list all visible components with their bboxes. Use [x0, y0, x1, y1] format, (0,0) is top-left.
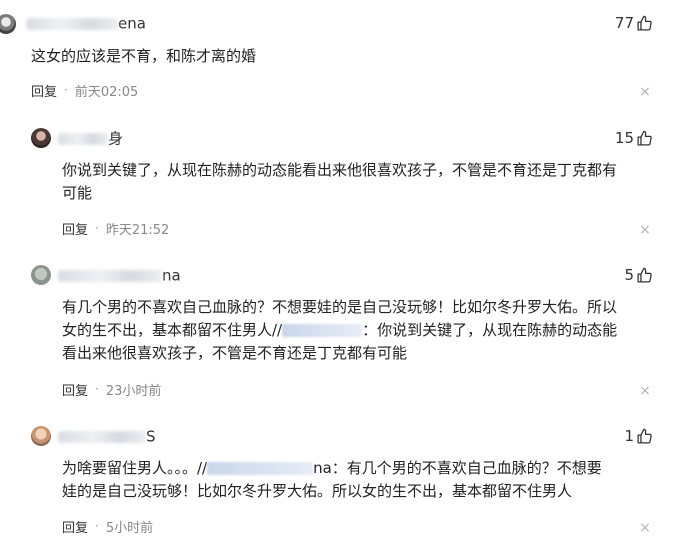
separator-dot: · — [64, 83, 68, 97]
like-button[interactable]: 15 — [615, 128, 653, 148]
like-button[interactable]: 77 — [615, 13, 653, 33]
thumbs-up-icon — [637, 428, 652, 444]
separator-dot: · — [95, 519, 99, 533]
timestamp: 昨天21:52 — [105, 222, 170, 238]
timestamp: 5小时前 — [105, 520, 154, 536]
comment-line: 为啥要留住男人。。。// na：有几个男的不喜欢自己血脉的？不想要 — [62, 457, 602, 480]
close-icon[interactable]: × — [639, 384, 651, 398]
separator-dot: · — [95, 221, 99, 235]
mention-blurred — [282, 324, 363, 337]
comment-meta: 回复 · 前天02:05 — [31, 81, 139, 100]
avatar[interactable] — [0, 14, 16, 34]
comment-line-part: ：你说到关键了，从现在陈赫的动态能 — [362, 321, 618, 339]
username[interactable]: na — [58, 265, 181, 285]
comment-text: 你说到关键了，从现在陈赫的动态能看出来他很喜欢孩子，不管是不育还是丁克都有 可能 — [62, 159, 617, 205]
comment-line-part: 为啥要留住男人。。。// — [62, 459, 208, 477]
like-count: 15 — [614, 129, 634, 147]
comment-line: 这女的应该是不育，和陈才离的婚 — [31, 47, 257, 65]
comment-line-part: 女的生不出，基本都留不住男人// — [62, 321, 283, 339]
comment-meta: 回复 · 5小时前 — [62, 517, 154, 536]
thumbs-up-icon — [637, 267, 652, 283]
timestamp: 23小时前 — [105, 383, 162, 399]
reply-button[interactable]: 回复 — [62, 219, 88, 238]
reply-button[interactable]: 回复 — [62, 517, 88, 536]
username[interactable]: ena — [26, 13, 146, 33]
like-count: 1 — [624, 427, 634, 445]
username-fragment: S — [146, 427, 156, 446]
username[interactable]: 身 — [58, 128, 123, 148]
comment-meta: 回复 · 23小时前 — [62, 380, 162, 399]
separator-dot: · — [95, 382, 99, 396]
comment-text: 这女的应该是不育，和陈才离的婚 — [31, 45, 256, 68]
thumbs-up-icon — [637, 15, 652, 31]
like-count: 77 — [614, 14, 634, 32]
thumbs-up-icon — [637, 130, 652, 146]
comment-line: 娃的是自己没玩够！比如尔冬升罗大佑。所以女的生不出，基本都留不住男人 — [62, 482, 573, 500]
comment-line-part: na：有几个男的不喜欢自己血脉的？不想要 — [313, 459, 602, 477]
username-blurred — [26, 17, 118, 30]
comment-line: 看出来他很喜欢孩子，不管是不育还是丁克都有可能 — [62, 344, 408, 362]
comment-line: 可能 — [62, 184, 93, 202]
username-blurred — [58, 132, 108, 145]
username[interactable]: S — [58, 426, 156, 446]
username-fragment: ena — [118, 14, 146, 33]
mention-blurred — [207, 462, 314, 475]
avatar[interactable] — [31, 128, 51, 148]
reply-button[interactable]: 回复 — [62, 380, 88, 399]
comment-line: 你说到关键了，从现在陈赫的动态能看出来他很喜欢孩子，不管是不育还是丁克都有 — [62, 161, 618, 179]
comment-meta: 回复 · 昨天21:52 — [62, 219, 170, 238]
comment-line: 有几个男的不喜欢自己血脉的？不想要娃的是自己没玩够！比如尔冬升罗大佑。所以 — [62, 298, 618, 316]
comment-line: 女的生不出，基本都留不住男人// ：你说到关键了，从现在陈赫的动态能 — [62, 319, 617, 342]
username-blurred — [58, 269, 162, 282]
close-icon[interactable]: × — [639, 85, 651, 99]
like-button[interactable]: 5 — [624, 265, 653, 285]
avatar[interactable] — [31, 426, 51, 446]
comment-text: 为啥要留住男人。。。// na：有几个男的不喜欢自己血脉的？不想要 娃的是自己没玩… — [62, 457, 602, 503]
like-button[interactable]: 1 — [624, 426, 653, 446]
username-blurred — [58, 430, 146, 443]
comment-text: 有几个男的不喜欢自己血脉的？不想要娃的是自己没玩够！比如尔冬升罗大佑。所以 女的… — [62, 296, 617, 365]
username-fragment: 身 — [108, 129, 124, 148]
avatar[interactable] — [31, 265, 51, 285]
like-count: 5 — [624, 266, 634, 284]
close-icon[interactable]: × — [639, 521, 651, 535]
close-icon[interactable]: × — [639, 223, 651, 237]
timestamp: 前天02:05 — [74, 84, 139, 100]
username-fragment: na — [162, 266, 181, 285]
reply-button[interactable]: 回复 — [31, 81, 57, 100]
